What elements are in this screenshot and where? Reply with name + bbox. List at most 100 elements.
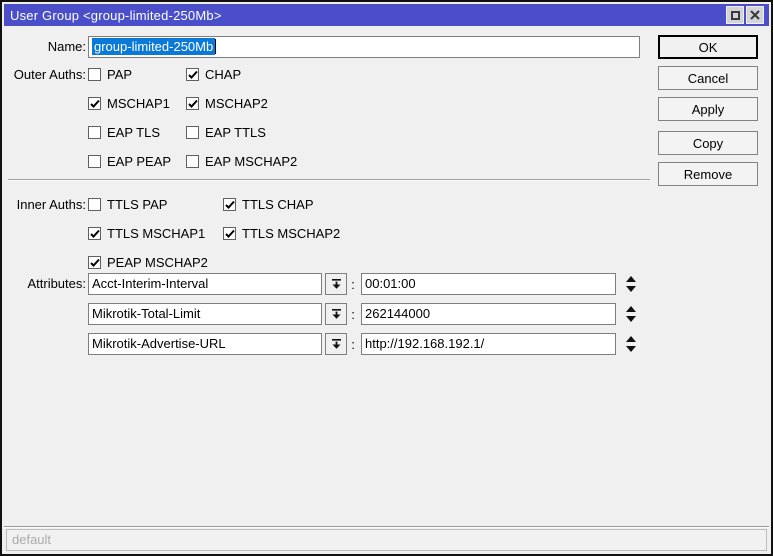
checkbox-eap-peap[interactable]: EAP PEAP <box>88 154 186 169</box>
statusbar-separator <box>4 526 769 528</box>
checkbox-label: MSCHAP2 <box>205 96 268 111</box>
outer-auths-row-2: MSCHAP1 MSCHAP2 <box>88 96 268 111</box>
checkmark-icon <box>188 70 198 79</box>
checkbox-box <box>186 97 199 110</box>
checkbox-peap-mschap2[interactable]: PEAP MSCHAP2 <box>88 255 208 270</box>
dropdown-icon <box>331 339 341 349</box>
close-icon <box>750 10 760 20</box>
checkbox-label: EAP PEAP <box>107 154 172 169</box>
spin-up-icon <box>626 336 636 342</box>
dropdown-icon <box>331 279 341 289</box>
outer-auths-row-1: PAP CHAP <box>88 67 241 82</box>
attribute-value-input-2[interactable]: 262144000 <box>361 303 616 325</box>
spin-down-icon <box>626 346 636 352</box>
checkbox-ttls-mschap1[interactable]: TTLS MSCHAP1 <box>88 226 223 241</box>
checkbox-box <box>88 126 101 139</box>
remove-button[interactable]: Remove <box>658 162 758 186</box>
attribute-value-input-3[interactable]: http://192.168.192.1/ <box>361 333 616 355</box>
checkbox-mschap1[interactable]: MSCHAP1 <box>88 96 186 111</box>
ok-button[interactable]: OK <box>658 35 758 59</box>
checkbox-ttls-pap[interactable]: TTLS PAP <box>88 197 223 212</box>
attribute-row-2: Mikrotik-Total-Limit : 262144000 <box>88 303 639 325</box>
attribute-spinner-3[interactable] <box>623 335 639 353</box>
attributes-label: Attributes: <box>27 276 86 291</box>
checkbox-label: EAP MSCHAP2 <box>205 154 298 169</box>
checkbox-box <box>88 198 101 211</box>
spin-up-icon <box>626 306 636 312</box>
spin-up-icon <box>626 276 636 282</box>
titlebar-buttons <box>726 6 764 24</box>
checkbox-label: PAP <box>107 67 133 82</box>
checkbox-box <box>186 68 199 81</box>
maximize-icon <box>730 10 740 20</box>
section-separator <box>8 179 650 181</box>
checkbox-label: TTLS MSCHAP1 <box>107 226 206 241</box>
checkbox-eap-mschap2[interactable]: EAP MSCHAP2 <box>186 154 297 169</box>
attribute-colon: : <box>351 306 355 322</box>
outer-auths-label: Outer Auths: <box>13 67 86 82</box>
inner-auths-label: Inner Auths: <box>16 197 86 212</box>
attribute-value-input-1[interactable]: 00:01:00 <box>361 273 616 295</box>
checkbox-mschap2[interactable]: MSCHAP2 <box>186 96 268 111</box>
attribute-dropdown-button-1[interactable] <box>325 273 347 295</box>
checkbox-box <box>223 198 236 211</box>
checkbox-label: TTLS MSCHAP2 <box>242 226 341 241</box>
checkbox-eap-tls[interactable]: EAP TLS <box>88 125 186 140</box>
checkbox-label: TTLS PAP <box>107 197 168 212</box>
checkbox-ttls-chap[interactable]: TTLS CHAP <box>223 197 314 212</box>
attribute-name-input-3[interactable]: Mikrotik-Advertise-URL <box>88 333 322 355</box>
name-label: Name: <box>47 39 86 54</box>
name-input[interactable]: group-limited-250Mb <box>88 36 640 58</box>
checkbox-eap-ttls[interactable]: EAP TTLS <box>186 125 266 140</box>
close-button[interactable] <box>746 6 764 24</box>
checkbox-box <box>88 155 101 168</box>
checkbox-box <box>186 126 199 139</box>
outer-auths-row-4: EAP PEAP EAP MSCHAP2 <box>88 154 297 169</box>
selected-text: group-limited-250Mb <box>92 38 216 55</box>
checkbox-label: EAP TLS <box>107 125 160 140</box>
checkbox-pap[interactable]: PAP <box>88 67 186 82</box>
maximize-button[interactable] <box>726 6 744 24</box>
attribute-dropdown-button-3[interactable] <box>325 333 347 355</box>
status-text: default <box>12 532 52 547</box>
checkbox-ttls-mschap2[interactable]: TTLS MSCHAP2 <box>223 226 340 241</box>
checkbox-label: TTLS CHAP <box>242 197 314 212</box>
attribute-name-input-1[interactable]: Acct-Interim-Interval <box>88 273 322 295</box>
user-group-dialog: User Group <group-limited-250Mb> Name: g… <box>0 0 773 556</box>
inner-auths-row-3: PEAP MSCHAP2 <box>88 255 208 270</box>
spin-down-icon <box>626 316 636 322</box>
checkmark-icon <box>90 258 100 267</box>
checkmark-icon <box>225 200 235 209</box>
titlebar[interactable]: User Group <group-limited-250Mb> <box>4 4 769 26</box>
outer-auths-row-3: EAP TLS EAP TTLS <box>88 125 266 140</box>
checkbox-label: EAP TTLS <box>205 125 266 140</box>
attribute-row-3: Mikrotik-Advertise-URL : http://192.168.… <box>88 333 639 355</box>
checkbox-box <box>223 227 236 240</box>
dropdown-icon <box>331 309 341 319</box>
inner-auths-row-2: TTLS MSCHAP1 TTLS MSCHAP2 <box>88 226 340 241</box>
checkbox-box <box>88 68 101 81</box>
checkbox-box <box>88 227 101 240</box>
attribute-colon: : <box>351 336 355 352</box>
attribute-name-input-2[interactable]: Mikrotik-Total-Limit <box>88 303 322 325</box>
checkmark-icon <box>90 229 100 238</box>
checkbox-box <box>88 97 101 110</box>
checkmark-icon <box>225 229 235 238</box>
attribute-spinner-1[interactable] <box>623 275 639 293</box>
checkbox-label: CHAP <box>205 67 242 82</box>
copy-button[interactable]: Copy <box>658 131 758 155</box>
checkbox-box <box>88 256 101 269</box>
attribute-spinner-2[interactable] <box>623 305 639 323</box>
checkmark-icon <box>90 99 100 108</box>
checkbox-chap[interactable]: CHAP <box>186 67 241 82</box>
attribute-dropdown-button-2[interactable] <box>325 303 347 325</box>
spin-down-icon <box>626 286 636 292</box>
apply-button[interactable]: Apply <box>658 97 758 121</box>
checkbox-box <box>186 155 199 168</box>
cancel-button[interactable]: Cancel <box>658 66 758 90</box>
status-bar: default <box>6 529 767 551</box>
window-title: User Group <group-limited-250Mb> <box>10 7 222 23</box>
text-caret <box>215 39 217 54</box>
checkbox-label: PEAP MSCHAP2 <box>107 255 208 270</box>
checkmark-icon <box>188 99 198 108</box>
